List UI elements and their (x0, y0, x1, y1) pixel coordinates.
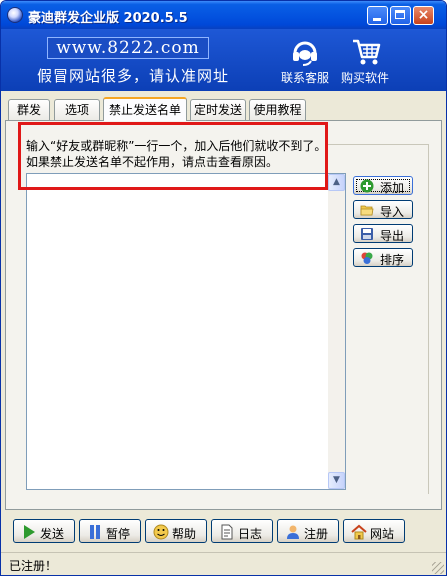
minimize-icon (373, 18, 381, 21)
banner: www.8222.com 假冒网站很多，请认准网址 联系客服 购买软件 (1, 29, 446, 91)
scroll-up-button[interactable]: ▲ (328, 174, 345, 191)
export-button-label: 导出 (380, 229, 405, 243)
website-button-label: 网站 (370, 527, 395, 541)
help-button-label: 帮助 (172, 527, 197, 541)
headset-icon (293, 41, 317, 66)
window-title: 豪迪群发企业版 2020.5.5 (28, 11, 188, 26)
import-button[interactable]: 导入 (353, 200, 413, 219)
tab-options[interactable]: 选项 (54, 99, 100, 120)
title-bar[interactable]: 豪迪群发企业版 2020.5.5 × (1, 1, 446, 29)
contact-service-button[interactable]: 联系客服 (275, 35, 335, 87)
close-icon: × (417, 7, 430, 23)
folder-icon (360, 205, 374, 216)
smiley-icon (153, 524, 169, 540)
tab-scheduled-send[interactable]: 定时发送 (190, 99, 246, 120)
website-button[interactable]: 网站 (343, 519, 405, 543)
banner-slogan: 假冒网站很多，请认准网址 (37, 67, 230, 85)
add-icon (360, 179, 374, 193)
buy-software-label: 购买软件 (340, 71, 389, 85)
user-icon (287, 525, 299, 539)
maximize-icon (395, 10, 405, 19)
log-button-label: 日志 (238, 527, 263, 541)
play-icon (24, 525, 35, 539)
floppy-disk-icon (361, 228, 373, 240)
log-button[interactable]: 日志 (211, 519, 273, 543)
tab-blocklist[interactable]: 禁止发送名单 (103, 97, 187, 121)
pause-button-label: 暂停 (106, 527, 131, 541)
contact-service-label: 联系客服 (280, 71, 329, 85)
site-url[interactable]: www.8222.com (47, 37, 209, 59)
send-button[interactable]: 发送 (13, 519, 75, 543)
sort-button[interactable]: 排序 (353, 248, 413, 267)
chevron-down-icon: ▼ (333, 475, 340, 485)
list-scrollbar[interactable]: ▲ ▼ (328, 174, 345, 489)
add-button-label: 添加 (380, 181, 405, 195)
register-button[interactable]: 注册 (277, 519, 339, 543)
import-button-label: 导入 (380, 205, 405, 219)
highlight-box (18, 122, 328, 190)
add-button[interactable]: 添加 (353, 176, 413, 195)
tab-bar: 群发 选项 禁止发送名单 定时发送 使用教程 (5, 97, 445, 121)
pause-button[interactable]: 暂停 (79, 519, 141, 543)
chevron-up-icon: ▲ (333, 177, 340, 187)
sort-icon (361, 252, 373, 264)
tab-mass-send[interactable]: 群发 (8, 99, 50, 120)
app-icon (7, 7, 23, 23)
sort-button-label: 排序 (380, 253, 405, 267)
cart-icon (353, 39, 381, 65)
tab-tutorial[interactable]: 使用教程 (249, 99, 306, 120)
close-button[interactable]: × (413, 6, 434, 25)
help-button[interactable]: 帮助 (145, 519, 207, 543)
group-border-top (325, 144, 428, 145)
scroll-down-button[interactable]: ▼ (328, 472, 345, 489)
home-icon (351, 524, 367, 540)
blocklist-textarea[interactable]: ▲ ▼ (26, 173, 346, 490)
pause-icon (90, 525, 100, 539)
group-border-right (428, 144, 429, 494)
status-text: 已注册！ (9, 559, 58, 573)
status-bar: 已注册！ (1, 552, 446, 575)
send-button-label: 发送 (40, 527, 65, 541)
document-icon (221, 524, 233, 540)
export-button[interactable]: 导出 (353, 224, 413, 243)
maximize-button[interactable] (390, 6, 411, 25)
buy-software-button[interactable]: 购买软件 (335, 35, 395, 87)
app-window: 豪迪群发企业版 2020.5.5 × www.8222.com 假冒网站很多，请… (0, 0, 447, 576)
register-button-label: 注册 (304, 527, 329, 541)
bottom-toolbar: 发送 暂停 帮助 日志 注册 网站 (1, 513, 446, 549)
minimize-button[interactable] (367, 6, 388, 25)
resize-grip[interactable] (432, 562, 444, 574)
